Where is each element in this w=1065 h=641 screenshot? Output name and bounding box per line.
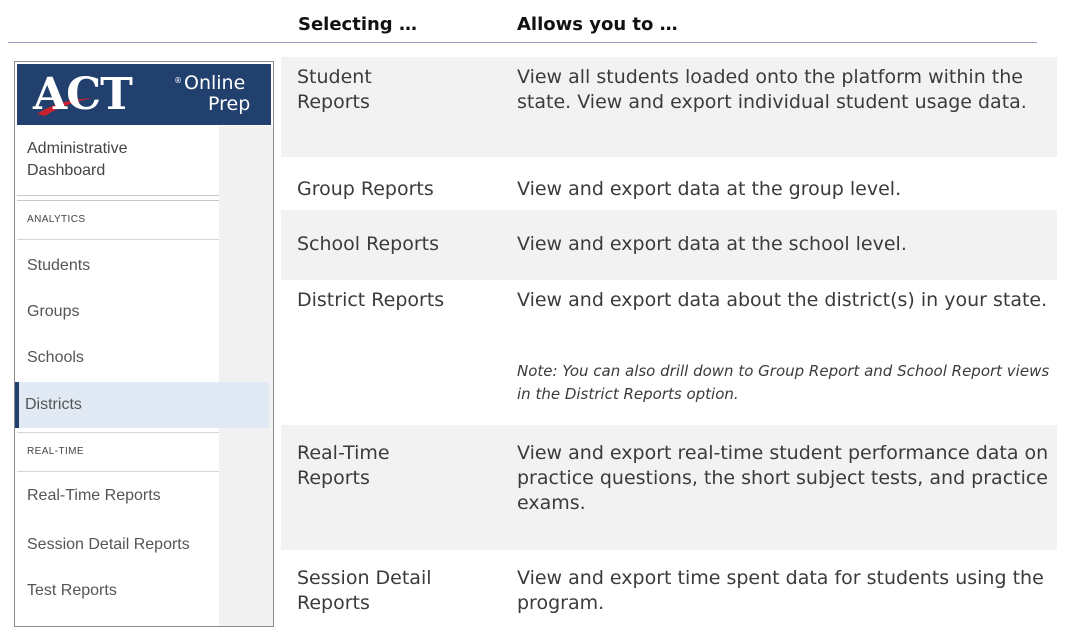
row-selecting-label: School Reports <box>297 233 439 255</box>
row-note: Note: You can also drill down to Group R… <box>517 362 1050 403</box>
table-row: District Reports View and export data ab… <box>281 280 1057 425</box>
sidebar-item-groups[interactable]: Groups <box>17 289 219 335</box>
table-row: Session Detail Reports View and export t… <box>281 550 1057 635</box>
sidebar-item-schools[interactable]: Schools <box>17 335 219 381</box>
row-allows-text: View and export data at the group level. <box>517 178 902 200</box>
logo-prep-text: Prep <box>208 93 251 115</box>
table-row: Real-Time Reports View and export real-t… <box>281 425 1057 550</box>
row-allows-text: View and export time spent data for stud… <box>517 567 1044 614</box>
logo-act-text: ACT <box>33 69 133 120</box>
sidebar-item-session-detail-reports[interactable]: Session Detail Reports <box>17 522 219 568</box>
row-selecting-label: Real-Time Reports <box>297 442 390 489</box>
row-selecting-label: Session Detail Reports <box>297 567 432 614</box>
row-selecting-label: Student Reports <box>297 66 372 113</box>
table-row: School Reports View and export data at t… <box>281 210 1057 280</box>
section-divider <box>17 432 219 433</box>
sidebar-item-test-reports[interactable]: Test Reports <box>17 568 219 614</box>
dashboard-title-line1: Administrative <box>27 140 128 157</box>
table-row: Student Reports View all students loaded… <box>281 57 1057 157</box>
column-header-allows: Allows you to … <box>517 14 678 35</box>
sidebar-item-real-time-reports[interactable]: Real-Time Reports <box>17 473 219 519</box>
row-allows-text: View all students loaded onto the platfo… <box>517 66 1027 113</box>
dashboard-title: Administrative Dashboard <box>27 138 127 182</box>
act-online-prep-logo: ACT ® Online Prep <box>17 64 271 125</box>
header-divider <box>8 42 1037 43</box>
logo-registered-mark: ® <box>174 76 182 85</box>
section-label-analytics: ANALYTICS <box>27 214 86 225</box>
column-header-selecting: Selecting … <box>298 14 417 35</box>
sidebar-item-students[interactable]: Students <box>17 243 219 289</box>
dashboard-title-line2: Dashboard <box>27 162 106 179</box>
title-divider <box>17 195 219 201</box>
logo-online-text: Online <box>184 72 246 94</box>
sidebar-item-districts[interactable]: Districts <box>15 382 269 428</box>
dashboard-sidebar: ACT ® Online Prep Administrative Dashboa… <box>14 61 274 627</box>
row-selecting-label: District Reports <box>297 289 445 311</box>
row-allows-text: View and export data at the school level… <box>517 233 907 255</box>
row-selecting-label: Group Reports <box>297 178 434 200</box>
row-allows-text: View and export real-time student perfor… <box>517 442 1049 514</box>
sidebar-gray-strip <box>219 126 273 626</box>
section-divider <box>17 239 219 240</box>
table-row: Group Reports View and export data at th… <box>281 157 1057 210</box>
row-allows-text: View and export data about the district(… <box>517 289 1048 311</box>
section-divider <box>17 471 219 472</box>
section-label-realtime: REAL-TIME <box>27 446 84 457</box>
